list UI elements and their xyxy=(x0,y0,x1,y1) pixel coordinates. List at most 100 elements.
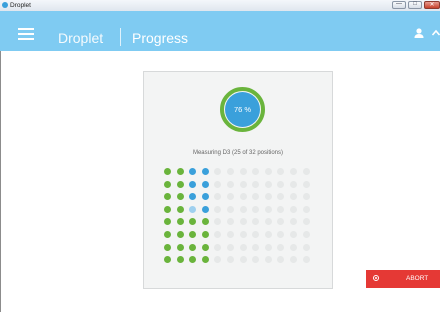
well-pending xyxy=(302,205,310,213)
well-pending xyxy=(239,193,247,201)
well-pending xyxy=(239,205,247,213)
well-done xyxy=(201,231,209,238)
well-pending xyxy=(290,243,297,251)
well-done xyxy=(164,193,171,201)
well-pending xyxy=(302,180,310,188)
user-icon[interactable] xyxy=(414,28,424,38)
well-pending xyxy=(290,180,297,188)
well-pending xyxy=(227,218,234,226)
maximize-button[interactable]: □ xyxy=(408,1,422,9)
menu-icon[interactable] xyxy=(18,28,34,40)
well-done xyxy=(201,218,209,226)
well-pending xyxy=(214,193,222,201)
well-pending xyxy=(264,180,272,188)
well-pending xyxy=(277,256,285,264)
well-pending xyxy=(214,256,222,264)
well-grid xyxy=(164,168,314,268)
well-measuring xyxy=(189,180,197,188)
well-pending xyxy=(290,193,297,201)
well-done xyxy=(176,231,184,238)
well-pending xyxy=(227,256,234,264)
well-done xyxy=(189,218,197,226)
header-divider xyxy=(120,28,121,46)
well-pending xyxy=(302,168,310,175)
well-done xyxy=(201,256,209,264)
close-button[interactable]: ✕ xyxy=(424,1,440,9)
well-pending xyxy=(214,231,222,238)
well-measuring xyxy=(201,205,209,213)
well-pending xyxy=(277,180,285,188)
well-pending xyxy=(277,168,285,175)
well-pending xyxy=(302,218,310,226)
well-pending xyxy=(302,231,310,238)
well-pending xyxy=(277,231,285,238)
well-pending xyxy=(252,231,260,238)
well-current xyxy=(189,205,197,213)
well-measuring xyxy=(201,168,209,175)
well-done xyxy=(176,193,184,201)
well-pending xyxy=(290,168,297,175)
well-pending xyxy=(302,193,310,201)
progress-percent: 76 % xyxy=(233,105,252,114)
well-pending xyxy=(290,218,297,226)
well-done xyxy=(164,231,171,238)
well-pending xyxy=(239,180,247,188)
status-text: Measuring D3 (25 of 32 positions) xyxy=(192,150,284,156)
well-pending xyxy=(239,168,247,175)
page-title: Progress xyxy=(132,30,189,46)
well-done xyxy=(176,205,184,213)
well-done xyxy=(176,180,184,188)
well-done xyxy=(164,180,171,188)
well-pending xyxy=(290,256,297,264)
well-pending xyxy=(252,180,260,188)
well-measuring xyxy=(201,180,209,188)
well-pending xyxy=(264,218,272,226)
well-pending xyxy=(264,205,272,213)
window-left-border xyxy=(0,51,1,312)
well-pending xyxy=(290,231,297,238)
progress-card: 76 % Measuring D3 (25 of 32 positions) xyxy=(143,71,333,289)
well-done xyxy=(176,168,184,175)
well-done xyxy=(176,256,184,264)
well-measuring xyxy=(189,168,197,175)
well-done xyxy=(201,243,209,251)
well-pending xyxy=(302,243,310,251)
well-pending xyxy=(252,168,260,175)
well-pending xyxy=(227,205,234,213)
well-pending xyxy=(239,256,247,264)
maximize-icon: □ xyxy=(413,1,417,7)
well-pending xyxy=(227,231,234,238)
app-header: Droplet Progress xyxy=(0,11,440,51)
well-done xyxy=(164,205,171,213)
well-pending xyxy=(252,256,260,264)
well-pending xyxy=(227,180,234,188)
abort-label: ABORT xyxy=(406,275,429,282)
well-pending xyxy=(277,193,285,201)
well-pending xyxy=(277,205,285,213)
well-pending xyxy=(214,218,222,226)
abort-button[interactable]: ABORT xyxy=(366,270,440,288)
app-icon xyxy=(2,2,8,8)
window-title: Droplet xyxy=(10,2,31,9)
well-pending xyxy=(239,218,247,226)
well-done xyxy=(189,256,197,264)
well-pending xyxy=(214,205,222,213)
well-pending xyxy=(264,231,272,238)
well-pending xyxy=(227,243,234,251)
well-pending xyxy=(264,193,272,201)
well-done xyxy=(189,231,197,238)
well-pending xyxy=(252,218,260,226)
well-pending xyxy=(227,193,234,201)
well-pending xyxy=(277,243,285,251)
well-pending xyxy=(239,243,247,251)
well-done xyxy=(176,218,184,226)
well-measuring xyxy=(189,193,197,201)
app-brand: Droplet xyxy=(58,30,104,46)
well-done xyxy=(164,243,171,251)
well-pending xyxy=(214,180,222,188)
well-done xyxy=(164,256,171,264)
chevron-up-icon[interactable] xyxy=(432,29,440,37)
well-pending xyxy=(227,168,234,175)
well-measuring xyxy=(201,193,209,201)
minimize-button[interactable]: — xyxy=(392,1,406,9)
